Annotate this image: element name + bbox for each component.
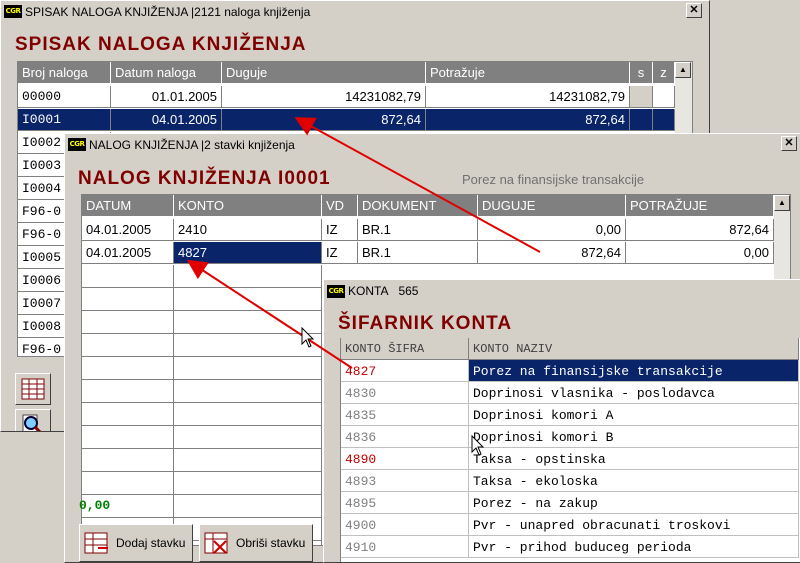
col-header-potrazuje[interactable]: POTRAŽUJE <box>626 195 774 217</box>
cell-datum: 04.01.2005 <box>82 219 174 241</box>
konta-table: KONTO ŠIFRA KONTO NAZIV 4827 Porez na fi… <box>340 338 800 562</box>
cell-datum: 04.01.2005 <box>82 242 174 264</box>
cell-potrazuje: 0,00 <box>626 242 774 264</box>
list-item-selected[interactable]: 4827 Porez na finansijske transakcije <box>341 360 800 382</box>
list-item[interactable]: 4895 Porez - na zakup <box>341 492 800 514</box>
cell-konto-selected[interactable]: 4827 <box>174 242 322 264</box>
app-logo-icon: CGR <box>4 5 22 18</box>
cell-vd: IZ <box>322 242 358 264</box>
list-item[interactable]: 4890 Taksa - opstinska <box>341 448 800 470</box>
konto-naziv: Doprinosi vlasnika - poslodavca <box>469 382 799 404</box>
titlebar-nalog[interactable]: CGR NALOG KNJIŽENJA |2 stavki knjiženja … <box>65 134 800 155</box>
col-header-sifra[interactable]: KONTO ŠIFRA <box>341 338 469 360</box>
window-title: SPISAK NALOGA KNJIŽENJA |2121 naloga knj… <box>25 4 311 19</box>
empty-rows <box>82 265 322 545</box>
cell-datum: 04.01.2005 <box>111 109 222 131</box>
delete-row-icon <box>204 532 228 554</box>
close-button[interactable]: ✕ <box>686 3 702 18</box>
window-konta: CGR KONTA 565 ŠIFARNIK KONTA KONTO ŠIFRA… <box>323 279 800 563</box>
table-view-button[interactable] <box>15 373 51 405</box>
col-header-s[interactable]: s <box>630 62 653 84</box>
window-title-prefix: KONTA <box>348 284 389 298</box>
col-header-potrazuje[interactable]: Potražuje <box>426 62 630 84</box>
col-header-duguje[interactable]: Duguje <box>222 62 426 84</box>
cell-z[interactable] <box>653 86 675 108</box>
konto-naziv: Doprinosi komori B <box>469 426 799 448</box>
titlebar-konta[interactable]: CGR KONTA 565 <box>324 280 800 302</box>
add-row-icon <box>84 532 108 554</box>
list-item[interactable]: 4893 Taksa - ekoloska <box>341 470 800 492</box>
konto-sifra: 4830 <box>341 382 469 404</box>
konto-sifra: 4836 <box>341 426 469 448</box>
cell-datum: 01.01.2005 <box>111 86 222 108</box>
list-item[interactable]: 4910 Pvr - prihod buduceg perioda <box>341 536 800 558</box>
delete-item-label: Obriši stavku <box>236 536 306 550</box>
cell-duguje: 0,00 <box>478 219 626 241</box>
add-item-button[interactable]: Dodaj stavku <box>79 524 193 562</box>
konto-sifra: 4895 <box>341 492 469 514</box>
konto-description: Porez na finansijske transakcije <box>462 172 645 187</box>
app-logo-icon: CGR <box>68 138 86 151</box>
list-item[interactable]: 4900 Pvr - unapred obracunati troskovi <box>341 514 800 536</box>
konto-sifra: 4893 <box>341 470 469 492</box>
titlebar-spisak[interactable]: CGR SPISAK NALOGA KNJIŽENJA |2121 naloga… <box>1 1 709 22</box>
search-button[interactable] <box>15 409 51 431</box>
konto-sifra: 4890 <box>341 448 469 470</box>
col-header-konto[interactable]: KONTO <box>174 195 322 217</box>
col-header-datum[interactable]: Datum naloga <box>111 62 222 84</box>
konto-naziv: Taksa - opstinska <box>469 448 799 470</box>
window-title: NALOG KNJIŽENJA |2 stavki knjiženja <box>89 137 295 152</box>
close-button[interactable]: ✕ <box>781 136 797 151</box>
scroll-up-arrow-icon[interactable]: ▲ <box>675 62 691 78</box>
add-item-label: Dodaj stavku <box>116 536 186 550</box>
cell-potrazuje: 872,64 <box>626 219 774 241</box>
window-title-count: 565 <box>398 284 419 298</box>
konto-naziv: Porez na finansijske transakcije <box>469 360 799 382</box>
magnifier-icon <box>22 414 42 431</box>
cell-broj: 00000 <box>18 86 111 108</box>
konto-sifra: 4835 <box>341 404 469 426</box>
col-header-vd[interactable]: VD <box>322 195 358 217</box>
konto-naziv: Taksa - ekoloska <box>469 470 799 492</box>
page-title: NALOG KNJIŽENJA I0001 <box>78 168 331 189</box>
konto-naziv: Pvr - prihod buduceg perioda <box>469 536 799 558</box>
col-header-broj[interactable]: Broj naloga <box>18 62 111 84</box>
cell-duguje: 872,64 <box>222 109 426 131</box>
konto-naziv: Doprinosi komori A <box>469 404 799 426</box>
cell-dokument: BR.1 <box>358 219 478 241</box>
konto-naziv: Porez - na zakup <box>469 492 799 514</box>
cell-duguje: 872,64 <box>478 242 626 264</box>
grid-icon <box>21 378 45 400</box>
cell-s[interactable] <box>630 86 653 108</box>
cell-potrazuje: 14231082,79 <box>426 86 630 108</box>
konto-sifra: 4827 <box>341 360 469 382</box>
scroll-up-arrow-icon[interactable]: ▲ <box>774 195 790 211</box>
col-header-z[interactable]: z <box>653 62 675 84</box>
col-header-datum[interactable]: DATUM <box>82 195 174 217</box>
column-divider <box>173 265 174 545</box>
cell-konto: 2410 <box>174 219 322 241</box>
delete-item-button[interactable]: Obriši stavku <box>199 524 313 562</box>
app-logo-icon: CGR <box>327 284 345 298</box>
col-header-dokument[interactable]: DOKUMENT <box>358 195 478 217</box>
konto-naziv: Pvr - unapred obracunati troskovi <box>469 514 799 536</box>
cell-broj: I0001 <box>18 109 111 131</box>
total-value: 0,00 <box>79 498 111 513</box>
list-item[interactable]: 4836 Doprinosi komori B <box>341 426 800 448</box>
cell-z[interactable] <box>653 109 675 131</box>
konto-sifra: 4910 <box>341 536 469 558</box>
cell-dokument: BR.1 <box>358 242 478 264</box>
column-divider <box>321 265 322 545</box>
cell-duguje: 14231082,79 <box>222 86 426 108</box>
cell-s[interactable] <box>630 109 653 131</box>
page-title: ŠIFARNIK KONTA <box>338 313 513 334</box>
cell-potrazuje: 872,64 <box>426 109 630 131</box>
list-item[interactable]: 4835 Doprinosi komori A <box>341 404 800 426</box>
cell-vd: IZ <box>322 219 358 241</box>
konto-sifra: 4900 <box>341 514 469 536</box>
col-header-naziv[interactable]: KONTO NAZIV <box>469 338 799 360</box>
col-header-duguje[interactable]: DUGUJE <box>478 195 626 217</box>
list-item[interactable]: 4830 Doprinosi vlasnika - poslodavca <box>341 382 800 404</box>
page-title: SPISAK NALOGA KNJIŽENJA <box>15 34 307 55</box>
